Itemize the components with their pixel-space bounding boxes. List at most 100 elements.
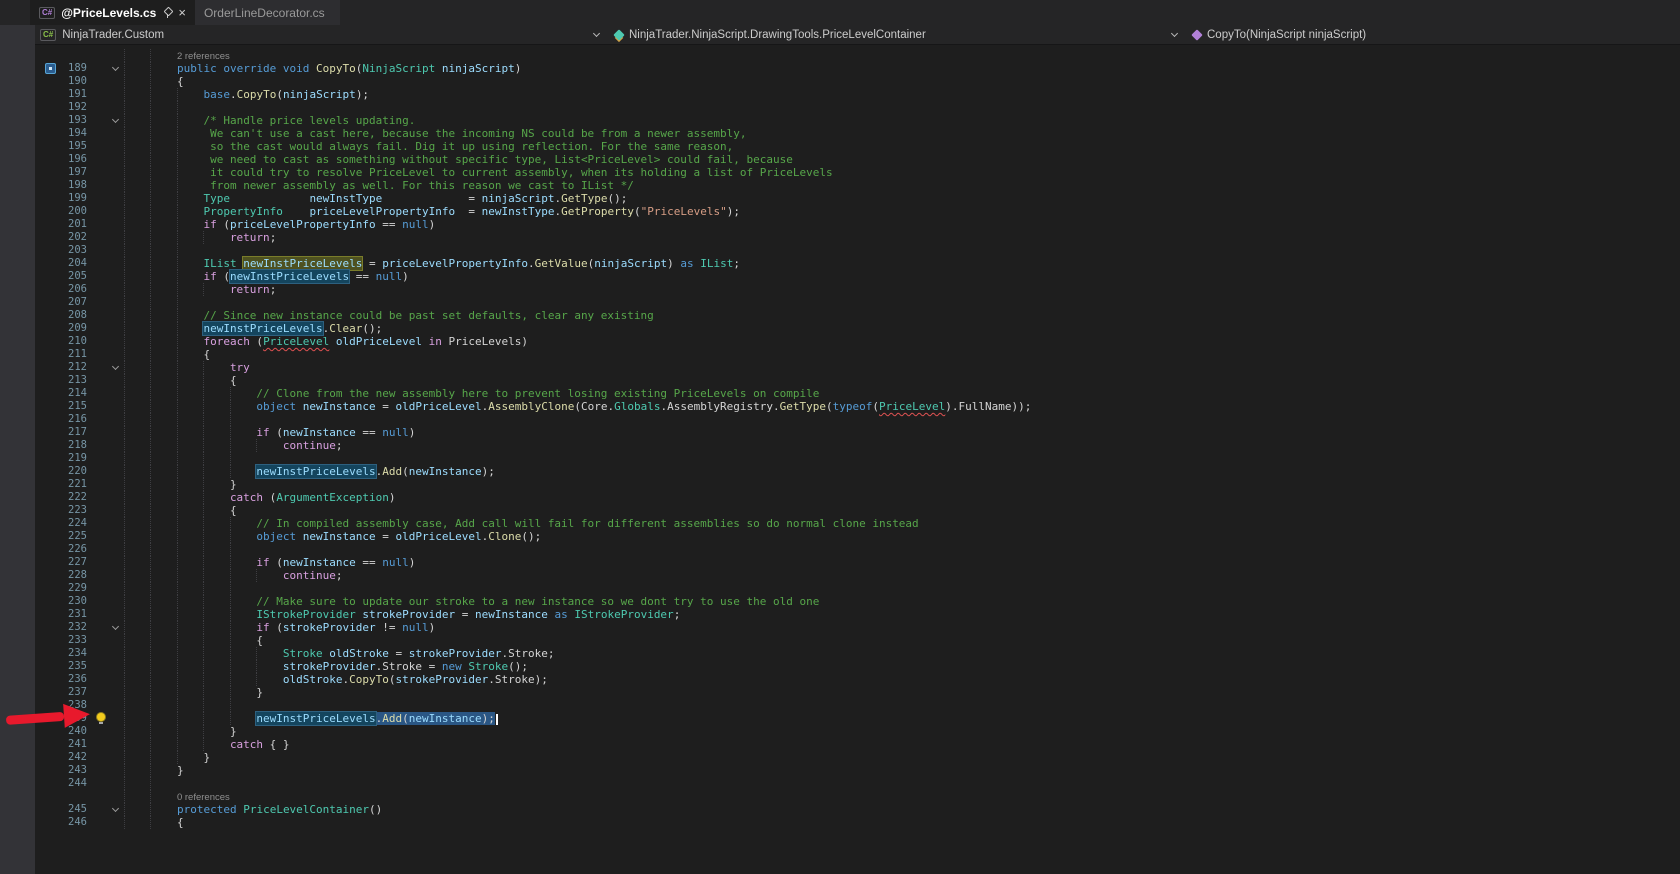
code-editor[interactable]: 2 references 189 public override void Copy… (0, 45, 1680, 874)
code-line[interactable]: 194 We can't use a cast here, because th… (35, 127, 1680, 140)
code-line[interactable]: 238 (35, 699, 1680, 712)
code-line[interactable]: 214 // Clone from the new assembly here t… (35, 387, 1680, 400)
codelens-row[interactable]: 0 references (35, 790, 1680, 803)
code-line[interactable]: 235 strokeProvider.Stroke = new Stroke(); (35, 660, 1680, 673)
code-token: if (256, 426, 270, 439)
code-line[interactable]: 202 return; (35, 231, 1680, 244)
code-token: ) (408, 556, 416, 569)
code-line[interactable]: 242} (35, 751, 1680, 764)
code-line[interactable]: 240} (35, 725, 1680, 738)
code-line[interactable]: 204 IList newInstPriceLevels = priceLevel… (35, 256, 1680, 271)
code-token: == (355, 426, 383, 439)
code-line[interactable]: 217 if (newInstance == null) (35, 426, 1680, 439)
code-line[interactable]: 212 try (35, 361, 1680, 374)
code-line[interactable]: 205 if (newInstPriceLevels == null) (35, 269, 1680, 284)
code-line[interactable]: 216 (35, 413, 1680, 426)
code-line[interactable]: 190 { (35, 75, 1680, 88)
code-line[interactable]: 224 // In compiled assembly case, Add cal… (35, 517, 1680, 530)
code-token: != (375, 621, 403, 634)
code-line[interactable]: 209 newInstPriceLevels.Clear(); (35, 321, 1680, 336)
code-line[interactable]: 229 (35, 582, 1680, 595)
code-line[interactable]: 219 (35, 452, 1680, 465)
indent-guide (124, 790, 150, 803)
code-line[interactable]: 234 Stroke oldStroke = strokeProvider.Str… (35, 647, 1680, 660)
code-line[interactable]: 206 return; (35, 283, 1680, 296)
code-line[interactable]: 191 base.CopyTo(ninjaScript); (35, 88, 1680, 101)
fold-chevron-icon[interactable] (111, 804, 120, 813)
code-line[interactable]: 241 catch { } (35, 738, 1680, 751)
close-icon[interactable]: × (178, 6, 186, 19)
code-token: strokeProvider (282, 660, 376, 673)
code-line[interactable]: 245 protected PriceLevelContainer() (35, 803, 1680, 816)
fold-slot (109, 725, 124, 738)
code-line[interactable]: 233 { (35, 634, 1680, 647)
code-line[interactable]: 208 // Since new instance could be past s… (35, 309, 1680, 322)
project-dropdown[interactable]: C# NinjaTrader.Custom (35, 25, 610, 44)
codelens-row[interactable]: 2 references (35, 49, 1680, 62)
codelens-references[interactable]: 2 references (177, 51, 230, 62)
code-line[interactable]: 211 { (35, 348, 1680, 361)
code-line[interactable]: 201 if (priceLevelPropertyInfo == null) (35, 218, 1680, 231)
code-token: ( (269, 621, 283, 634)
code-line[interactable]: 231 IStrokeProvider strokeProvider = newI… (35, 608, 1680, 621)
code-line[interactable]: 228 continue; (35, 569, 1680, 582)
code-line[interactable]: 203 (35, 244, 1680, 257)
code-line[interactable]: 221} (35, 478, 1680, 491)
fold-chevron-icon[interactable] (111, 362, 120, 371)
code-line[interactable]: 215 object newInstance = oldPriceLevel.As… (35, 400, 1680, 413)
code-line[interactable]: 218 continue; (35, 439, 1680, 452)
fold-slot (109, 49, 124, 62)
code-line[interactable]: 198 from newer assembly as well. For thi… (35, 179, 1680, 192)
lightbulb-icon[interactable] (97, 713, 105, 724)
code-line[interactable]: 239 newInstPriceLevels.Add(newInstance); (35, 711, 1680, 726)
code-line[interactable]: 226 (35, 543, 1680, 556)
code-token: oldPriceLevel (395, 530, 482, 543)
code-line[interactable]: 192 (35, 101, 1680, 114)
code-line[interactable]: 236 oldStroke.CopyTo(strokeProvider.Strok… (35, 673, 1680, 686)
code-line[interactable]: 230 // Make sure to update our stroke to … (35, 595, 1680, 608)
code-line[interactable]: 207 (35, 296, 1680, 309)
code-line[interactable]: 246 { (35, 816, 1680, 829)
pin-icon[interactable] (162, 7, 172, 19)
code-line[interactable]: 237} (35, 686, 1680, 699)
code-line[interactable]: 210 foreach (PriceLevel oldPriceLevel in … (35, 335, 1680, 348)
code-line[interactable]: 232 if (strokeProvider != null) (35, 621, 1680, 634)
tab-orderlinedecorator[interactable]: OrderLineDecorator.cs (195, 0, 334, 25)
type-dropdown[interactable]: NinjaTrader.NinjaScript.DrawingTools.Pri… (610, 25, 1188, 44)
code-line[interactable]: 220 newInstPriceLevels.Add(newInstance); (35, 464, 1680, 479)
code-token: ) (428, 621, 436, 634)
codelens-references[interactable]: 0 references (177, 792, 230, 803)
code-area[interactable]: 2 references 189 public override void Copy… (35, 49, 1680, 829)
line-number: 210 (68, 335, 87, 347)
member-dropdown[interactable]: CopyTo(NinjaScript ninjaScript) (1188, 25, 1680, 44)
code-line[interactable]: 222 catch (ArgumentException) (35, 491, 1680, 504)
code-line[interactable]: 199 Type newInstType = ninjaScript.GetTyp… (35, 192, 1680, 205)
fold-chevron-icon[interactable] (111, 63, 120, 72)
code-token: ninjaScript (481, 192, 555, 205)
code-line[interactable]: 200 PropertyInfo priceLevelPropertyInfo =… (35, 205, 1680, 218)
code-line[interactable]: 195 so the cast would always fail. Dig i… (35, 140, 1680, 153)
fold-slot (109, 803, 124, 816)
code-line[interactable]: 225 object newInstance = oldPriceLevel.Cl… (35, 530, 1680, 543)
tab-pricelevels[interactable]: C# @PriceLevels.cs × (30, 0, 195, 25)
fold-chevron-icon[interactable] (111, 622, 120, 631)
indent-guide (176, 413, 203, 426)
fold-chevron-icon[interactable] (111, 115, 120, 124)
code-line[interactable]: 243} (35, 764, 1680, 777)
code-line[interactable]: 244 (35, 777, 1680, 790)
code-line[interactable]: 227 if (newInstance == null) (35, 556, 1680, 569)
project-name: NinjaTrader.Custom (62, 28, 165, 41)
indent-guide (124, 62, 150, 75)
code-token: newInstType (481, 205, 555, 218)
code-line-text: Stroke oldStroke = strokeProvider.Stroke… (124, 647, 1680, 660)
indent-guide (203, 608, 229, 621)
code-line[interactable]: 196 we need to cast as something without… (35, 153, 1680, 166)
code-line[interactable]: 189 public override void CopyTo(NinjaScri… (35, 62, 1680, 75)
code-line[interactable]: 197 it could try to resolve PriceLevel t… (35, 166, 1680, 179)
code-line[interactable]: 213 { (35, 374, 1680, 387)
code-line[interactable]: 193 /* Handle price levels updating. (35, 114, 1680, 127)
code-token: protected (176, 803, 237, 816)
indent-guide (150, 348, 176, 361)
code-line[interactable]: 223 { (35, 504, 1680, 517)
